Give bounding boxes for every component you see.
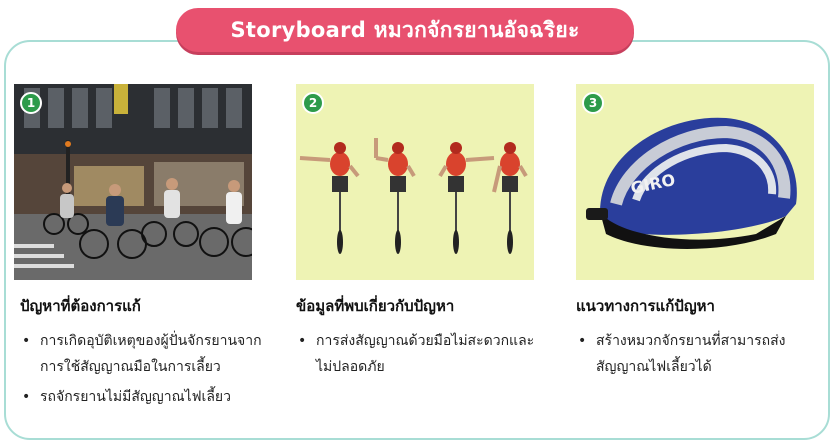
findings-heading: ข้อมูลที่พบเกี่ยวกับปัญหา xyxy=(296,297,455,315)
hand-signals-illustration xyxy=(296,84,534,280)
problem-column: ปัญหาที่ต้องการแก้ การเกิดอุบัติเหตุของผ… xyxy=(20,294,270,414)
helmet-photo: GIRO xyxy=(576,84,814,280)
list-item: รถจักรยานไม่มีสัญญาณไฟเลี้ยว xyxy=(20,384,270,410)
solution-heading: แนวทางการแก้ปัญหา xyxy=(576,297,715,315)
step-number-badge: 2 xyxy=(302,92,324,114)
list-item: การส่งสัญญาณด้วยมือไม่สะดวกและไม่ปลอดภัย xyxy=(296,328,546,380)
problem-bullet-list: การเกิดอุบัติเหตุของผู้ปั่นจักรยานจากการ… xyxy=(20,328,270,410)
page-title: Storyboard หมวกจักรยานอัจฉริยะ xyxy=(176,8,634,52)
problem-heading: ปัญหาที่ต้องการแก้ xyxy=(20,297,141,315)
card-1-image: 1 xyxy=(14,84,252,280)
step-number-badge: 1 xyxy=(20,92,42,114)
card-2-image: 2 xyxy=(296,84,534,280)
solution-column: แนวทางการแก้ปัญหา สร้างหมวกจักรยานที่สาม… xyxy=(576,294,816,384)
findings-column: ข้อมูลที่พบเกี่ยวกับปัญหา การส่งสัญญาณด้… xyxy=(296,294,546,384)
solution-bullet-list: สร้างหมวกจักรยานที่สามารถส่งสัญญาณไฟเลี้… xyxy=(576,328,816,380)
card-3-image: GIRO 3 xyxy=(576,84,814,280)
step-number-badge: 3 xyxy=(582,92,604,114)
list-item: การเกิดอุบัติเหตุของผู้ปั่นจักรยานจากการ… xyxy=(20,328,270,380)
list-item: สร้างหมวกจักรยานที่สามารถส่งสัญญาณไฟเลี้… xyxy=(576,328,816,380)
findings-bullet-list: การส่งสัญญาณด้วยมือไม่สะดวกและไม่ปลอดภัย xyxy=(296,328,546,380)
street-photo xyxy=(14,84,252,280)
